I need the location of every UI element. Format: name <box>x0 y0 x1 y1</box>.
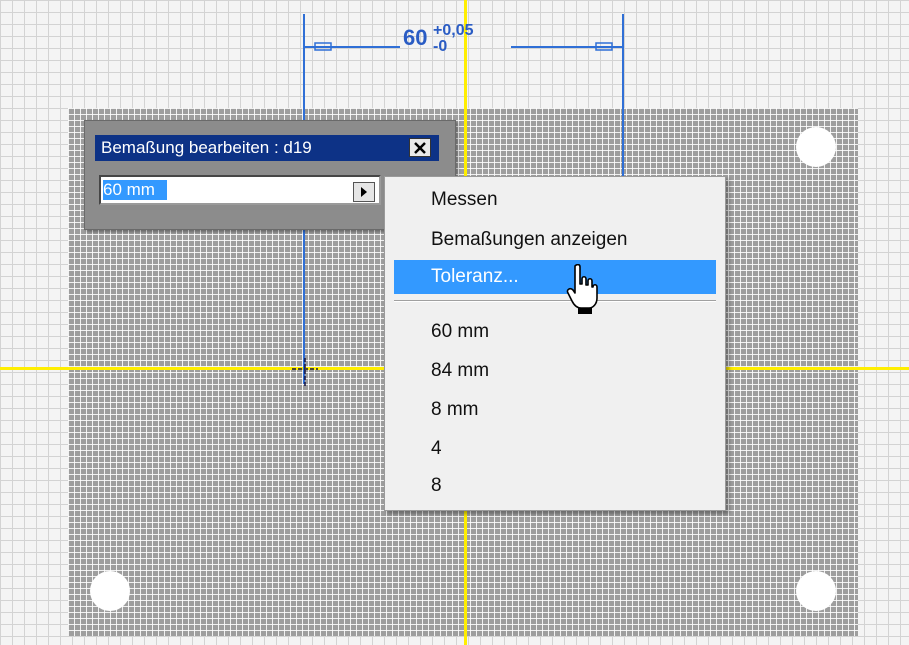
menu-item-messen[interactable]: Messen <box>394 183 716 217</box>
triangle-right-icon <box>361 187 367 197</box>
center-point-icon[interactable] <box>290 358 320 388</box>
context-menu: Messen Bemaßungen anzeigen Toleranz... 6… <box>384 176 726 511</box>
dimension-nominal: 60 <box>403 25 428 50</box>
arrowhead-left-icon <box>305 42 332 51</box>
hole-bottom-left <box>90 571 130 611</box>
value-options-button[interactable] <box>353 182 375 202</box>
menu-item-recent-value[interactable]: 84 mm <box>394 354 716 388</box>
dimension-value-input[interactable] <box>103 180 379 200</box>
dimension-value-field[interactable] <box>99 175 381 205</box>
menu-item-recent-value[interactable]: 8 mm <box>394 393 716 427</box>
dimension-label[interactable]: 60 +0,05 -0 <box>403 23 473 55</box>
menu-item-recent-value[interactable]: 8 <box>394 469 716 503</box>
tolerance-lower: -0 <box>433 38 448 55</box>
menu-item-tolerance[interactable]: Toleranz... <box>394 260 716 294</box>
arrowhead-right-icon <box>595 42 622 51</box>
menu-item-recent-value[interactable]: 60 mm <box>394 315 716 349</box>
hand-pointer-icon <box>566 264 598 314</box>
close-icon <box>414 141 426 154</box>
dialog-title: Bemaßung bearbeiten : d19 <box>101 138 312 157</box>
menu-item-recent-value[interactable]: 4 <box>394 432 716 466</box>
hole-top-right <box>796 127 836 167</box>
menu-item-show-dimensions[interactable]: Bemaßungen anzeigen <box>394 223 716 257</box>
tolerance-upper: +0,05 <box>433 22 474 39</box>
close-button[interactable] <box>409 138 431 157</box>
extension-line-right <box>622 14 624 184</box>
menu-separator <box>394 300 716 302</box>
hole-bottom-right <box>796 571 836 611</box>
dialog-titlebar[interactable]: Bemaßung bearbeiten : d19 <box>95 135 439 161</box>
